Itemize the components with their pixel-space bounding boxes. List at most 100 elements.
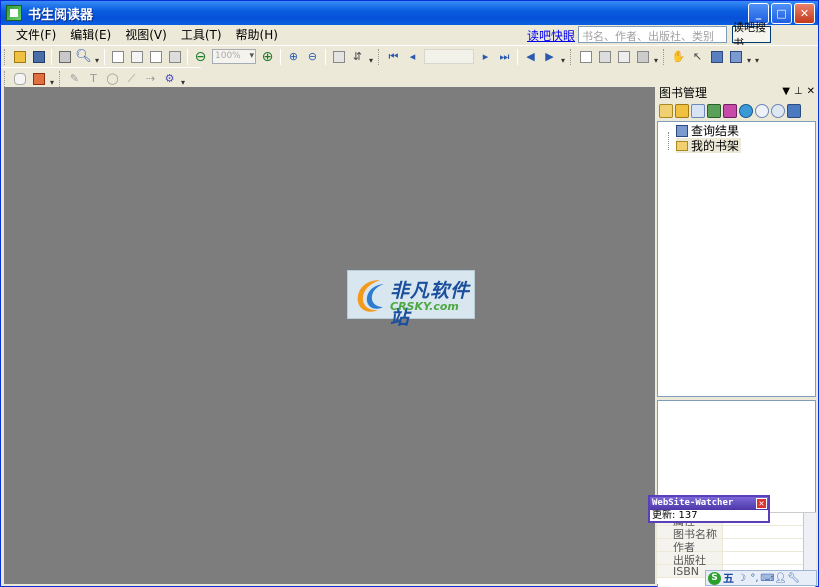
book-search-input[interactable]: 书名、作者、出版社、类别等 [578,26,727,59]
logo-english-text: CRSKY.com [390,299,459,314]
menu-file[interactable]: 文件(F) [9,26,63,44]
snapshot-button[interactable] [727,48,744,65]
book-search-button[interactable]: 读吧搜书 [732,21,771,50]
history-dropdown-chevron[interactable]: ▾ [559,48,567,65]
tree-item-search-results[interactable]: 查询结果 [676,123,741,138]
document-view[interactable] [4,87,655,584]
hand-tool-button[interactable]: ✋ [670,48,687,65]
tree-item-my-bookshelf[interactable]: 我的书架 [676,138,742,153]
globe-button[interactable] [739,104,753,118]
select-tool-button[interactable]: ↖ [689,48,706,65]
advanced-search-button[interactable] [771,104,785,118]
duba-link[interactable]: 读吧快眼 [527,27,575,44]
zoom-out-button[interactable]: ⊖ [192,48,209,65]
text-select-button[interactable] [708,48,725,65]
find-dropdown-chevron[interactable]: ▾ [93,48,101,65]
keyboard-icon[interactable]: ⌨ [760,573,774,584]
online-search-button[interactable] [787,104,801,118]
properties-scrollbar[interactable] [803,513,816,573]
ime-mode-label[interactable]: 五 [723,570,734,586]
ellipse-button[interactable]: ◯ [104,70,121,87]
save-button[interactable] [30,48,47,65]
annotation-settings-button[interactable]: ⚙ [161,70,178,87]
fit-dropdown-chevron[interactable]: ▾ [367,48,375,65]
back-button[interactable]: ◀ [522,48,539,65]
open-folder-button[interactable] [11,48,28,65]
property-row: 图书名称 [657,526,816,541]
wrench-icon[interactable]: 🔧︎ [787,573,800,584]
menu-bar: 文件(F) 编辑(E) 视图(V) 工具(T) 帮助(H) 读吧快眼 书名、作者… [1,21,818,59]
toolbar-grip[interactable] [378,48,381,65]
zoom-in-tool-button[interactable]: ⊕ [285,48,302,65]
print-button[interactable] [56,48,73,65]
facing-page-button[interactable] [147,48,164,65]
arrow-button[interactable]: ⇢ [142,70,159,87]
popup-close-icon[interactable]: ✕ [756,498,767,509]
dual-view-button[interactable] [615,48,632,65]
panel-close-icon[interactable]: ✕ [807,86,815,97]
maximize-button[interactable]: □ [771,3,792,24]
refresh-button[interactable] [691,104,705,118]
panel-menu-chevron-icon[interactable]: ▼ [782,86,790,97]
toolbar-grip[interactable] [4,48,7,65]
forward-button[interactable]: ▶ [541,48,558,65]
property-row: 出版社 [657,552,816,567]
toolbar-overflow-chevron[interactable]: ▾ [753,48,761,65]
prev-page-button[interactable]: ◂ [404,48,421,65]
find-button[interactable]: 🔍︎ [75,48,92,65]
forward-arrow-icon: ▶ [545,50,554,63]
last-page-button[interactable]: ⏭ [496,48,513,65]
annotation-overflow-chevron[interactable]: ▾ [179,70,187,87]
toolbar-grip[interactable] [59,70,62,87]
main-toolbar: 🔍︎ ▾ ⊖ 100% ⊕ ⊕ ⊖ ⇵ ▾ ⏮ ◂ ▸ ⏭ ◀ ▶ ▾ ▾ ✋ [1,45,818,67]
close-button[interactable]: ✕ [794,3,815,24]
user-icon[interactable]: 👤︎ [774,573,787,584]
single-view-button[interactable] [577,48,594,65]
toolbar-grip[interactable] [4,70,7,87]
new-shelf-button[interactable] [659,104,673,118]
sogou-logo-icon[interactable]: S [708,571,721,585]
menu-view[interactable]: 视图(V) [118,26,174,44]
next-page-button[interactable]: ▸ [477,48,494,65]
import-button[interactable] [707,104,721,118]
zoom-in-button[interactable]: ⊕ [259,48,276,65]
moon-icon[interactable]: ☽ [736,573,747,584]
app-icon[interactable] [6,5,22,21]
toolbar-grip[interactable] [570,48,573,65]
fit-width-button[interactable] [330,48,347,65]
menu-edit[interactable]: 编辑(E) [63,26,118,44]
menu-help[interactable]: 帮助(H) [229,26,285,44]
watermark-logo: 非凡软件站 CRSKY.com [347,270,475,329]
zoom-out-tool-button[interactable]: ⊖ [304,48,321,65]
toolbar-grip[interactable] [663,48,666,65]
stamp-dropdown-chevron[interactable]: ▾ [48,70,56,87]
fit-width-icon [332,50,345,63]
download-button[interactable] [723,104,737,118]
search-button[interactable] [755,104,769,118]
line-button[interactable]: ⟋ [123,70,140,87]
page-number-input[interactable] [424,49,474,64]
snapshot-dropdown-chevron[interactable]: ▾ [745,48,753,65]
pencil-button[interactable]: ✎ [66,70,83,87]
note-button[interactable] [11,70,28,87]
grid-view-button[interactable] [634,48,651,65]
fit-page-icon: ⇵ [352,50,363,63]
thumbnail-button[interactable] [166,48,183,65]
menu-tools[interactable]: 工具(T) [174,26,229,44]
text-button[interactable]: T [85,70,102,87]
punctuation-icon[interactable]: °, [749,573,760,584]
book-tree[interactable]: 查询结果 我的书架 [657,121,816,397]
title-bar[interactable]: 书生阅读器 _ □ ✕ [1,1,818,25]
open-shelf-button[interactable] [675,104,689,118]
view-dropdown-chevron[interactable]: ▾ [652,48,660,65]
continuous-page-button[interactable] [128,48,145,65]
first-page-button[interactable]: ⏮ [385,48,402,65]
continuous-view-button[interactable] [596,48,613,65]
zoom-select[interactable]: 100% [212,49,256,64]
panel-pin-icon[interactable]: ⊥ [794,86,803,97]
fit-page-button[interactable]: ⇵ [349,48,366,65]
website-watcher-popup[interactable]: WebSite-Watcher ✕ 更新: 137 [648,495,770,523]
stamp-button[interactable] [30,70,47,87]
ime-toolbar: S 五 ☽ °, ⌨ 👤︎ 🔧︎ [705,570,817,586]
single-page-button[interactable] [109,48,126,65]
